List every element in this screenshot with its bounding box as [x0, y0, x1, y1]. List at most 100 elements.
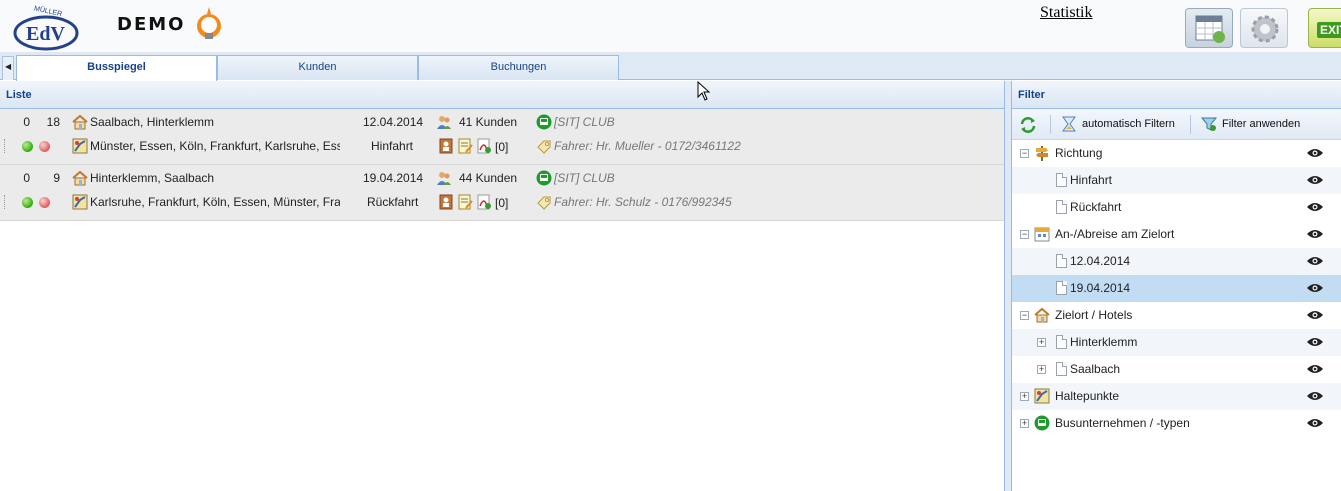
tree-node-anabreise[interactable]: − An-/Abreise am Zielort [1012, 221, 1341, 248]
tree-node-date-19-04[interactable]: 19.04.2014 [1012, 275, 1341, 302]
eye-icon[interactable] [1307, 283, 1323, 293]
tree-node-label: Haltepunkte [1055, 389, 1120, 403]
tree-node-hinfahrt[interactable]: Hinfahrt [1012, 167, 1341, 194]
house-icon [1034, 307, 1050, 323]
top-header: EdV MÜLLER DEMO Statistik EXIT [0, 0, 1341, 53]
tree-node-hinterklemm[interactable]: + Hinterklemm [1012, 329, 1341, 356]
list-row[interactable]: 0 18 Saalbach, Hinterklemm 12.04.2014 41… [0, 109, 1004, 165]
toolbar-separator [1190, 115, 1191, 134]
pdf-icon[interactable] [476, 194, 492, 210]
bus-icon [1034, 415, 1050, 431]
demo-label: DEMO [117, 14, 186, 35]
tree-node-label: Saalbach [1070, 362, 1121, 376]
row-driver: Fahrer: Hr. Schulz - 0176/992345 [554, 195, 732, 209]
apply-filter-button[interactable]: Filter anwenden [1200, 109, 1310, 140]
edit-document-icon[interactable] [457, 194, 473, 210]
row-date: 19.04.2014 [363, 171, 424, 185]
row-attachments: [0] [495, 196, 509, 210]
tree-node-label: An-/Abreise am Zielort [1055, 227, 1175, 241]
eye-icon[interactable] [1307, 310, 1323, 320]
row-stops: Karlsruhe, Frankfurt, Köln, Essen, Münst… [90, 195, 340, 209]
tree-node-saalbach[interactable]: + Saalbach [1012, 356, 1341, 383]
gear-icon [1251, 15, 1279, 43]
mouse-cursor-icon [697, 81, 711, 101]
tree-node-date-12-04[interactable]: 12.04.2014 [1012, 248, 1341, 275]
row-date: 12.04.2014 [363, 115, 424, 129]
eye-icon[interactable] [1307, 175, 1323, 185]
filter-panel: Filter automatisch Filtern Filter anwend… [1011, 81, 1341, 491]
tab-buchungen[interactable]: Buchungen [418, 55, 619, 80]
row-grip [4, 139, 6, 153]
filter-toolbar: automatisch Filtern Filter anwenden [1012, 109, 1341, 140]
funnel-icon [1200, 117, 1218, 131]
tree-node-label: Busunternehmen / -typen [1055, 416, 1190, 430]
settings-button[interactable] [1240, 8, 1288, 48]
row-count-b: 9 [53, 171, 60, 185]
row-stops: Münster, Essen, Köln, Frankfurt, Karlsru… [90, 139, 340, 153]
apply-filter-label: Filter anwenden [1222, 118, 1301, 130]
refresh-icon [1020, 117, 1036, 133]
filter-tree: − Richtung Hinfahrt Rückfahrt − An-/Abre… [1012, 140, 1341, 437]
tree-node-zielort[interactable]: − Zielort / Hotels [1012, 302, 1341, 329]
hourglass-filter-icon [1062, 116, 1076, 132]
document-icon [1056, 254, 1067, 268]
tree-node-label: Hinterklemm [1070, 335, 1138, 349]
row-customers[interactable]: 41 Kunden [459, 115, 529, 129]
calendar-icon [1195, 15, 1225, 43]
status-red-dot [39, 197, 50, 208]
row-count-b: 18 [46, 115, 60, 129]
tree-node-haltepunkte[interactable]: + Haltepunkte [1012, 383, 1341, 410]
auto-filter-button[interactable]: automatisch Filtern [1060, 109, 1190, 140]
refresh-button[interactable] [1018, 109, 1042, 140]
row-customers[interactable]: 44 Kunden [459, 171, 529, 185]
tab-scroll-left-button[interactable]: ◀ [2, 56, 14, 80]
expand-toggle[interactable]: + [1037, 338, 1046, 347]
pdf-icon[interactable] [476, 138, 492, 154]
bus-icon [536, 170, 552, 186]
document-icon [1056, 281, 1067, 295]
tab-busspiegel[interactable]: Busspiegel [16, 55, 217, 81]
house-icon [72, 114, 88, 130]
calendar-button[interactable] [1185, 8, 1233, 48]
eye-icon[interactable] [1307, 229, 1323, 239]
eye-icon[interactable] [1307, 391, 1323, 401]
bus-icon [536, 114, 552, 130]
status-green-dot [22, 197, 33, 208]
row-driver: Fahrer: Hr. Mueller - 0172/3461122 [554, 139, 741, 153]
eye-icon[interactable] [1307, 256, 1323, 266]
edit-document-icon[interactable] [457, 138, 473, 154]
tree-node-richtung[interactable]: − Richtung [1012, 140, 1341, 167]
contact-book-icon[interactable] [438, 194, 454, 210]
tree-node-busunternehmen[interactable]: + Busunternehmen / -typen [1012, 410, 1341, 437]
expand-toggle[interactable]: + [1020, 419, 1029, 428]
collapse-toggle[interactable]: − [1020, 230, 1029, 239]
eye-icon[interactable] [1307, 418, 1323, 428]
eye-icon[interactable] [1307, 364, 1323, 374]
expand-toggle[interactable]: + [1020, 392, 1029, 401]
list-panel-title: Liste [0, 81, 1004, 109]
tree-node-label: Richtung [1055, 146, 1103, 160]
customers-icon [437, 172, 451, 185]
exit-button[interactable]: EXIT [1308, 8, 1341, 48]
collapse-toggle[interactable]: − [1020, 149, 1029, 158]
tag-icon [537, 140, 551, 154]
filter-panel-title: Filter [1012, 81, 1341, 109]
tab-kunden[interactable]: Kunden [217, 55, 418, 80]
collapse-toggle[interactable]: − [1020, 311, 1029, 320]
eye-icon[interactable] [1307, 202, 1323, 212]
map-icon [1034, 388, 1050, 404]
tree-node-rueckfahrt[interactable]: Rückfahrt [1012, 194, 1341, 221]
list-row[interactable]: 0 9 Hinterklemm, Saalbach 19.04.2014 44 … [0, 165, 1004, 221]
house-icon [72, 170, 88, 186]
contact-book-icon[interactable] [438, 138, 454, 154]
tree-node-label: Zielort / Hotels [1055, 308, 1133, 322]
expand-toggle[interactable]: + [1037, 365, 1046, 374]
signpost-icon [1036, 146, 1048, 161]
eye-icon[interactable] [1307, 148, 1323, 158]
statistik-link[interactable]: Statistik [1040, 4, 1092, 22]
row-destination: Saalbach, Hinterklemm [90, 115, 215, 129]
tree-node-label: 12.04.2014 [1070, 254, 1131, 268]
status-green-dot [22, 141, 33, 152]
eye-icon[interactable] [1307, 337, 1323, 347]
row-attachments: [0] [495, 140, 509, 154]
